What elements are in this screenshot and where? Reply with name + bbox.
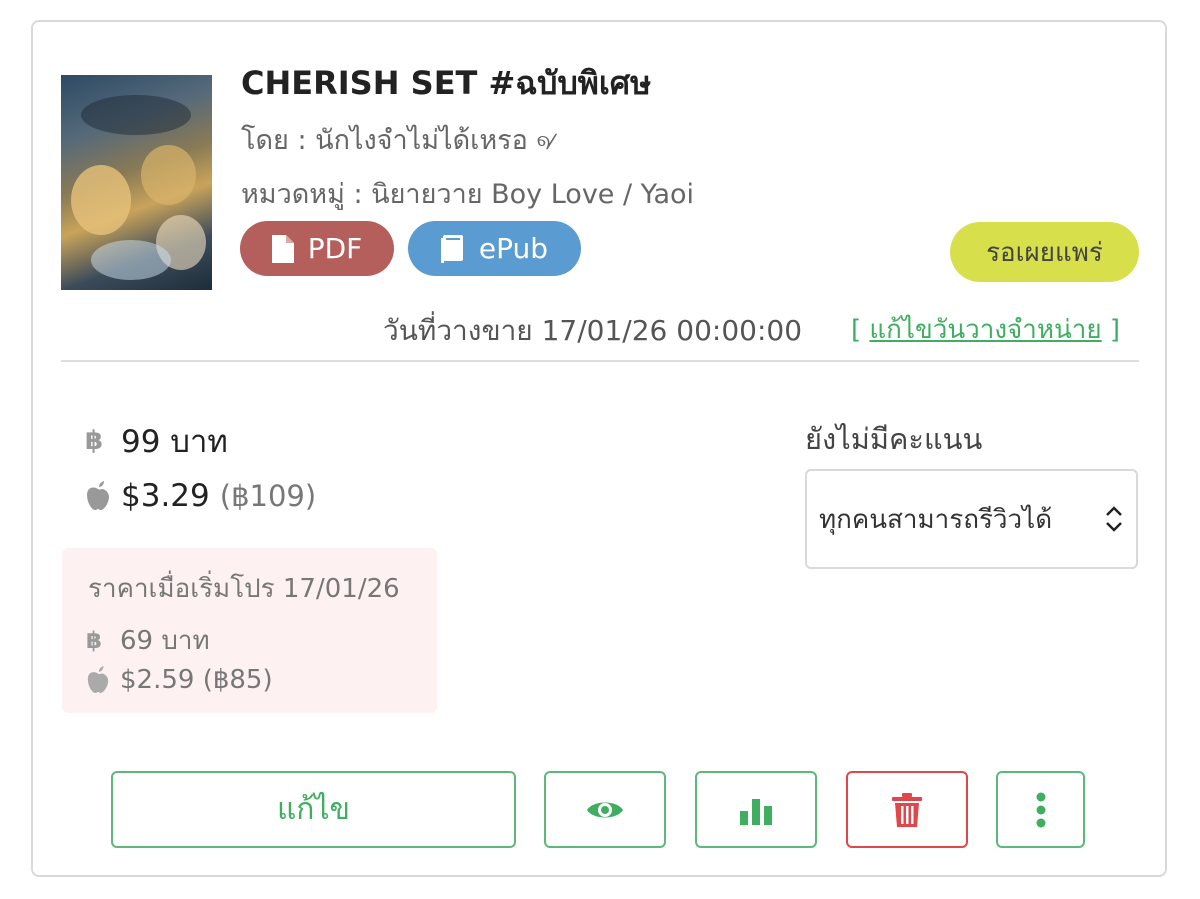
status-badge: รอเผยแพร่ [950, 222, 1139, 282]
epub-label: ePub [478, 232, 549, 265]
pdf-format-button[interactable]: PDF [240, 221, 394, 276]
divider [61, 360, 1139, 362]
file-icon [271, 234, 294, 263]
price-apple-baht: (฿109) [219, 479, 317, 513]
bracket-close: ] [1109, 315, 1121, 345]
promo-price-apple: $2.59 (฿85) [120, 665, 273, 695]
book-cover-image[interactable] [61, 75, 212, 290]
review-permission-value: ทุกคนสามารถรีวิวได้ [819, 504, 1053, 535]
edit-button[interactable]: แก้ไข [111, 771, 516, 848]
bracket-open: [ [851, 315, 862, 345]
edit-release-date-link[interactable]: [ แก้ไขวันวางจำหน่าย ] [851, 309, 1120, 350]
book-author: โดย : นักไงจำไม่ได้เหรอ ୶ [241, 125, 558, 156]
promo-baht-row: ฿ 69 บาท [86, 620, 210, 661]
stats-button[interactable] [695, 771, 817, 848]
promo-title: ราคาเมื่อเริ่มโปร 17/01/26 [88, 574, 400, 604]
release-date: วันที่วางขาย 17/01/26 00:00:00 [383, 314, 803, 347]
price-baht-row: ฿ 99 บาท [85, 416, 228, 466]
book-icon [440, 234, 463, 263]
eye-icon [587, 802, 623, 817]
more-options-button[interactable] [996, 771, 1085, 848]
price-apple: $3.29 [121, 478, 210, 514]
promo-price-baht: 69 บาท [120, 626, 210, 656]
rating-text: ยังไม่มีคะแนน [805, 422, 983, 456]
review-permission-select[interactable]: ทุกคนสามารถรีวิวได้ [805, 469, 1138, 569]
apple-icon [87, 481, 109, 510]
price-baht: 99 บาท [121, 424, 228, 460]
bar-chart-icon [740, 798, 772, 825]
trash-icon [892, 792, 922, 827]
epub-format-button[interactable]: ePub [408, 221, 581, 276]
view-button[interactable] [544, 771, 666, 848]
delete-button[interactable] [846, 771, 968, 848]
promo-apple-row: $2.59 (฿85) [86, 665, 273, 695]
baht-icon: ฿ [85, 426, 104, 456]
book-category: หมวดหมู่ : นิยายวาย Boy Love / Yaoi [241, 179, 695, 210]
promo-box: ราคาเมื่อเริ่มโปร 17/01/26 ฿ 69 บาท $2.5… [62, 548, 437, 713]
price-apple-row: $3.29 (฿109) [85, 478, 316, 514]
pdf-label: PDF [307, 232, 363, 265]
apple-icon [87, 666, 109, 693]
book-title: CHERISH SET #ฉบับพิเศษ [241, 64, 652, 102]
edit-release-date-label[interactable]: แก้ไขวันวางจำหน่าย [869, 315, 1101, 345]
baht-icon: ฿ [86, 627, 103, 654]
chevron-up-down-icon [1106, 506, 1122, 532]
more-vertical-icon [1036, 792, 1045, 827]
